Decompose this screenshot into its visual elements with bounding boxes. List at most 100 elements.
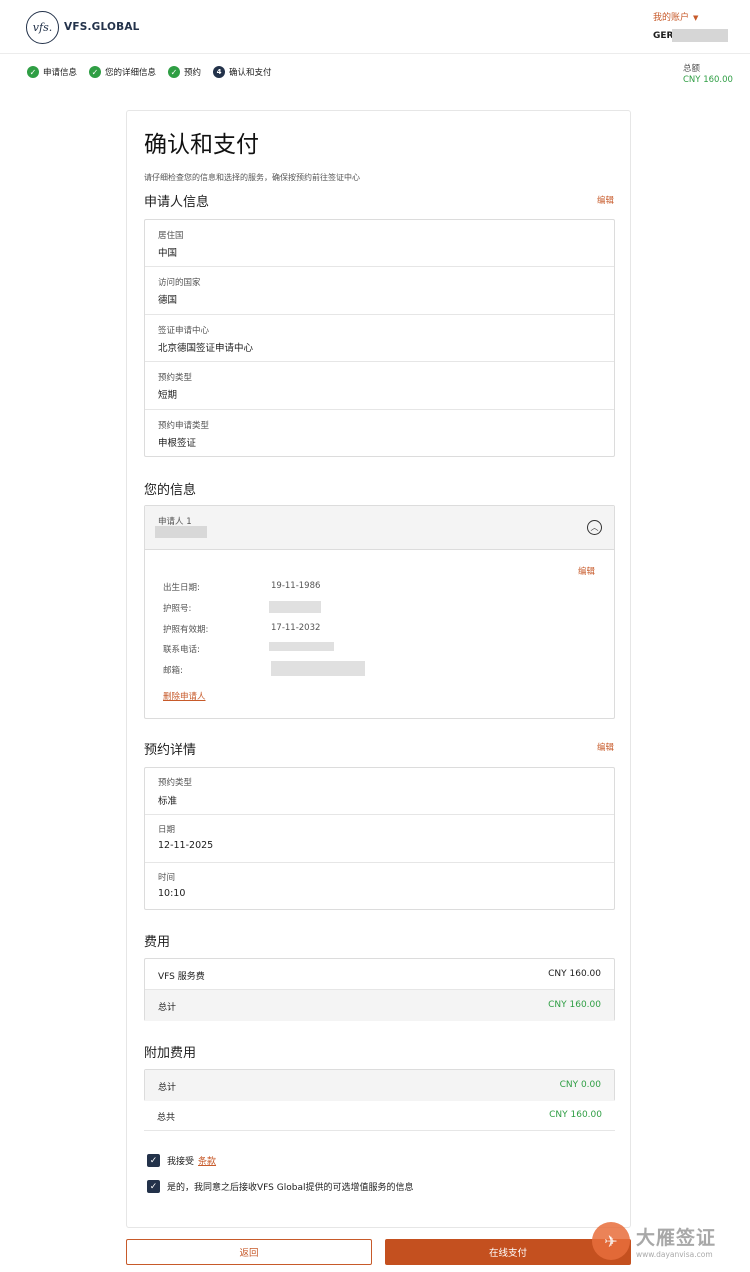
row-value: 中国 — [158, 248, 178, 259]
extra-fees-box: 总计 CNY 0.00 — [144, 1069, 615, 1101]
fees-title: 费用 — [144, 935, 171, 950]
total-value: CNY 160.00 — [683, 75, 733, 85]
row-value: 北京德国签证申请中心 — [158, 343, 254, 354]
fee-label: 总计 — [158, 1083, 177, 1093]
applicant-1-box: 申请人 1 ︿ 编辑 出生日期: 19-11-1986 护照号: 护照有效期: … — [144, 505, 615, 719]
info-row: 预约申请类型 申根签证 — [145, 410, 614, 456]
user-code: GER — [653, 31, 674, 41]
info-row: 日期 12-11-2025 — [145, 815, 614, 863]
phone-label: 联系电话: — [163, 645, 200, 655]
extra-fee-subtotal: 总计 CNY 0.00 — [145, 1070, 614, 1101]
progress-steps: ✓ 申请信息 ✓ 您的详细信息 ✓ 预约 4 确认和支付 — [27, 66, 284, 78]
row-label: 预约申请类型 — [158, 421, 210, 431]
row-label: 居住国 — [158, 231, 184, 241]
passport-expiry-label: 护照有效期: — [163, 625, 209, 635]
row-label: 访问的国家 — [158, 278, 201, 288]
applicant-1-header[interactable]: 申请人 1 ︿ — [145, 506, 614, 550]
watermark-text: 大雁签证 www.dayanvisa.com — [636, 1223, 716, 1259]
goose-logo-icon: ✈ — [592, 1222, 630, 1260]
terms-link[interactable]: 条款 — [198, 1154, 216, 1167]
info-row: 预约类型 短期 — [145, 362, 614, 410]
step-label: 确认和支付 — [229, 68, 272, 78]
applicant-info-title: 申请人信息 — [144, 195, 210, 210]
row-value: 10:10 — [158, 888, 186, 899]
your-info-edit-link[interactable]: 编辑 — [578, 565, 595, 577]
appointment-box: 预约类型 标准 日期 12-11-2025 时间 10:10 — [144, 767, 615, 910]
grand-total-label: 总共 — [157, 1113, 176, 1123]
your-info-title: 您的信息 — [144, 483, 197, 498]
watermark: ✈ 大雁签证 www.dayanvisa.com — [592, 1222, 716, 1260]
account-menu-label: 我的账户 — [653, 13, 690, 23]
watermark-url: www.dayanvisa.com — [636, 1250, 713, 1259]
redacted-email — [271, 661, 365, 676]
row-label: 时间 — [158, 873, 176, 883]
check-circle-icon: ✓ — [168, 66, 181, 78]
fee-amount: CNY 0.00 — [559, 1080, 601, 1090]
step-label: 您的详细信息 — [105, 68, 157, 78]
dob-value: 19-11-1986 — [271, 581, 321, 591]
chevron-up-icon[interactable]: ︿ — [587, 520, 602, 535]
top-header: vfs. VFS.GLOBAL 我的账户 ▼ GER — [0, 0, 750, 54]
row-value: 申根签证 — [158, 438, 197, 449]
grand-total-amount: CNY 160.00 — [549, 1110, 602, 1120]
redacted-applicant-name — [155, 526, 207, 538]
page-title: 确认和支付 — [144, 132, 259, 158]
check-circle-icon: ✓ — [27, 66, 39, 78]
info-row: 居住国 中国 — [145, 220, 614, 267]
info-row: 访问的国家 德国 — [145, 267, 614, 315]
appointment-title: 预约详情 — [144, 743, 197, 758]
extra-fees-title: 附加费用 — [144, 1046, 197, 1061]
step-label: 申请信息 — [43, 68, 78, 78]
checkbox-checked-icon[interactable]: ✓ — [147, 1180, 160, 1193]
watermark-brand: 大雁签证 — [636, 1227, 717, 1249]
check-circle-icon: ✓ — [89, 66, 102, 78]
fee-row-subtotal: 总计 CNY 160.00 — [145, 990, 614, 1021]
marketing-checkbox-row[interactable]: ✓ 是的，我同意之后接收VFS Global提供的可选增值服务的信息 — [147, 1180, 413, 1193]
step-your-details: ✓ 您的详细信息 — [89, 66, 156, 78]
applicant-info-box: 居住国 中国 访问的国家 德国 签证申请中心 北京德国签证申请中心 预约类型 短… — [144, 219, 615, 457]
row-value: 德国 — [158, 295, 178, 306]
row-label: 签证申请中心 — [158, 326, 210, 336]
fee-label: VFS 服务费 — [158, 972, 205, 982]
fee-label: 总计 — [158, 1003, 177, 1013]
info-row: 预约类型 标准 — [145, 768, 614, 815]
row-label: 日期 — [158, 825, 176, 835]
redacted-passport — [269, 601, 321, 613]
redacted-phone — [269, 642, 334, 651]
step-number-badge: 4 — [213, 66, 226, 78]
confirm-card: 确认和支付 请仔细检查您的信息和选择的服务，确保按预约前往签证中心 申请人信息 … — [126, 110, 631, 1228]
row-label: 预约类型 — [158, 778, 193, 788]
fee-row-service: VFS 服务费 CNY 160.00 — [145, 959, 614, 990]
caret-down-icon: ▼ — [693, 14, 699, 22]
fees-box: VFS 服务费 CNY 160.00 总计 CNY 160.00 — [144, 958, 615, 1021]
grand-total-row: 总共 CNY 160.00 — [144, 1100, 615, 1131]
redacted-user-name — [672, 29, 728, 42]
marketing-text: 是的，我同意之后接收VFS Global提供的可选增值服务的信息 — [167, 1183, 414, 1193]
checkbox-checked-icon[interactable]: ✓ — [147, 1154, 160, 1167]
step-appointment: ✓ 预约 — [168, 66, 201, 78]
info-row: 签证申请中心 北京德国签证申请中心 — [145, 315, 614, 362]
fee-amount: CNY 160.00 — [548, 1000, 601, 1010]
vfs-logo-text[interactable]: VFS.GLOBAL — [64, 21, 140, 33]
step-label: 预约 — [184, 68, 202, 78]
row-value: 短期 — [158, 390, 178, 401]
total-label: 总额 — [683, 64, 701, 74]
terms-text: 我接受 — [167, 1157, 195, 1167]
row-label: 预约类型 — [158, 373, 193, 383]
dob-label: 出生日期: — [163, 583, 200, 593]
row-value: 12-11-2025 — [158, 840, 214, 851]
row-value: 标准 — [158, 796, 178, 807]
passport-label: 护照号: — [163, 604, 192, 614]
back-button[interactable]: 返回 — [126, 1239, 372, 1265]
step-application-info: ✓ 申请信息 — [27, 66, 77, 78]
vfs-logo-icon[interactable]: vfs. — [26, 11, 59, 44]
appointment-edit-link[interactable]: 编辑 — [597, 741, 614, 753]
delete-applicant-link[interactable]: 删除申请人 — [163, 690, 206, 702]
account-menu[interactable]: 我的账户 ▼ — [653, 10, 698, 23]
passport-expiry-value: 17-11-2032 — [271, 623, 321, 633]
step-confirm-pay: 4 确认和支付 — [213, 66, 272, 78]
fee-amount: CNY 160.00 — [548, 969, 601, 979]
applicant-info-edit-link[interactable]: 编辑 — [597, 194, 614, 206]
email-label: 邮箱: — [163, 666, 183, 676]
terms-checkbox-row[interactable]: ✓ 我接受 条款 — [147, 1154, 216, 1167]
